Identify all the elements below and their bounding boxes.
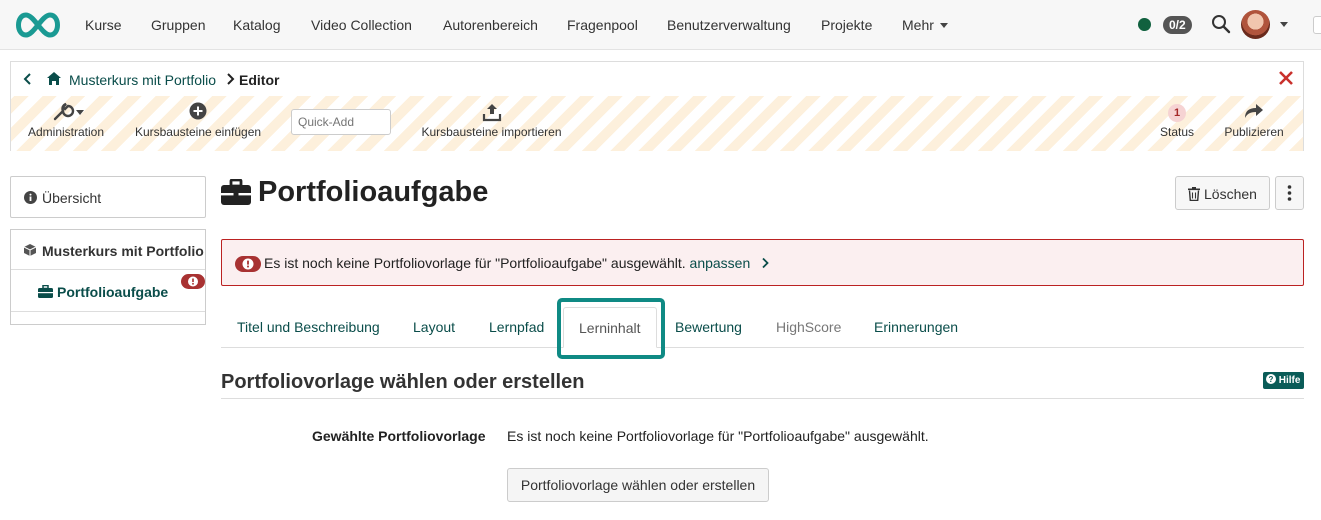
help-label: Hilfe — [1278, 375, 1301, 386]
vertical-dots-icon — [1287, 185, 1292, 201]
search-icon[interactable] — [1211, 14, 1231, 34]
section-divider — [221, 398, 1304, 399]
error-icon — [235, 256, 261, 272]
editor-header: Musterkurs mit Portfolio Editor — [11, 62, 1303, 96]
cube-icon — [23, 244, 37, 256]
openolat-logo-icon[interactable] — [12, 11, 64, 39]
insert-label: Kursbausteine einfügen — [134, 125, 262, 139]
user-avatar[interactable] — [1241, 10, 1270, 39]
choose-template-button[interactable]: Portfoliovorlage wählen oder erstellen — [507, 468, 769, 502]
nav-mehr[interactable]: Mehr — [902, 17, 948, 33]
nav-gruppen[interactable]: Gruppen — [151, 17, 205, 33]
tab-erinnerungen[interactable]: Erinnerungen — [874, 319, 958, 335]
error-badge-icon — [181, 274, 205, 289]
help-button[interactable]: ? Hilfe — [1263, 372, 1305, 389]
quick-add-input[interactable] — [291, 109, 391, 135]
edge-button[interactable] — [1313, 16, 1321, 34]
status-tool[interactable]: 1 Status — [1151, 96, 1203, 151]
plus-circle-icon — [189, 102, 207, 120]
error-alert: Es ist noch keine Portfoliovorlage für "… — [221, 239, 1304, 286]
status-count-badge: 1 — [1168, 104, 1186, 122]
more-options-button[interactable] — [1275, 176, 1304, 210]
chevron-right-icon[interactable] — [760, 257, 770, 269]
alert-text: Es ist noch keine Portfoliovorlage für "… — [264, 255, 686, 271]
import-label: Kursbausteine importieren — [421, 125, 562, 139]
counter-badge[interactable]: 0/2 — [1163, 16, 1192, 34]
nav-benutzerverwaltung[interactable]: Benutzerverwaltung — [667, 17, 791, 33]
breadcrumb-course[interactable]: Musterkurs mit Portfolio — [69, 72, 216, 88]
tab-highscore[interactable]: HighScore — [776, 319, 841, 335]
editor-toolbar: Administration Kursbausteine einfügen Ku… — [11, 96, 1303, 151]
tab-bewertung[interactable]: Bewertung — [675, 319, 742, 335]
breadcrumb-separator-icon — [227, 73, 235, 85]
tree-item-course[interactable]: Musterkurs mit Portfolio — [11, 230, 205, 270]
back-chevron-icon[interactable] — [21, 72, 35, 86]
share-arrow-icon — [1245, 104, 1263, 118]
status-label: Status — [1159, 125, 1195, 139]
tree-item-course-label: Musterkurs mit Portfolio — [42, 243, 204, 259]
top-navigation: Kurse Gruppen Katalog Video Collection A… — [0, 0, 1321, 50]
nav-autorenbereich[interactable]: Autorenbereich — [443, 17, 538, 33]
nav-video-collection[interactable]: Video Collection — [311, 17, 412, 33]
wrench-icon — [53, 102, 84, 121]
alert-adjust-link[interactable]: anpassen — [690, 255, 751, 271]
tab-bar: Titel und Beschreibung Layout Lernpfad L… — [221, 307, 1304, 348]
publish-tool[interactable]: Publizieren — [1219, 96, 1289, 151]
tab-lernpfad[interactable]: Lernpfad — [489, 319, 544, 335]
close-icon[interactable] — [1277, 69, 1295, 87]
info-circle-icon — [24, 191, 37, 204]
online-status-icon[interactable] — [1138, 18, 1151, 31]
sidebar-overview-label: Übersicht — [42, 190, 102, 206]
administration-label: Administration — [27, 125, 105, 139]
delete-button-label: Löschen — [1204, 186, 1257, 202]
sidebar-overview[interactable]: Übersicht — [10, 176, 206, 218]
breadcrumb-current: Editor — [239, 72, 280, 88]
page-title: Portfolioaufgabe — [258, 176, 489, 208]
section-title: Portfoliovorlage wählen oder erstellen — [221, 371, 585, 393]
nav-katalog[interactable]: Katalog — [233, 17, 280, 33]
tree-item-portfolioaufgabe-label: Portfolioaufgabe — [57, 284, 169, 300]
nav-kurse[interactable]: Kurse — [85, 17, 122, 33]
tab-titel-beschreibung[interactable]: Titel und Beschreibung — [237, 319, 380, 335]
nav-mehr-label: Mehr — [902, 17, 934, 33]
selected-template-label: Gewählte Portfoliovorlage — [312, 428, 486, 444]
tree-item-portfolioaufgabe[interactable]: Portfolioaufgabe — [11, 270, 205, 312]
briefcase-icon — [221, 179, 251, 205]
tab-layout[interactable]: Layout — [413, 319, 455, 335]
upload-icon — [482, 104, 502, 122]
course-tree: Musterkurs mit Portfolio Portfolioaufgab… — [10, 229, 206, 325]
tab-highlight-frame — [557, 298, 665, 359]
question-circle-icon: ? — [1266, 374, 1276, 384]
briefcase-icon — [38, 285, 53, 298]
nav-projekte[interactable]: Projekte — [821, 17, 872, 33]
svg-text:?: ? — [1269, 375, 1274, 384]
trash-icon — [1188, 187, 1200, 201]
user-menu-chevron-icon[interactable] — [1280, 22, 1288, 27]
home-icon[interactable] — [46, 71, 62, 86]
nav-fragenpool[interactable]: Fragenpool — [567, 17, 638, 33]
insert-course-element-tool[interactable]: Kursbausteine einfügen — [133, 96, 263, 151]
selected-template-value: Es ist noch keine Portfoliovorlage für "… — [507, 428, 929, 444]
delete-button[interactable]: Löschen — [1175, 176, 1270, 210]
administration-tool[interactable]: Administration — [21, 96, 111, 151]
alert-message: Es ist noch keine Portfoliovorlage für "… — [264, 255, 770, 271]
editor-panel: Musterkurs mit Portfolio Editor Administ… — [10, 61, 1304, 151]
import-course-elements-tool[interactable]: Kursbausteine importieren — [419, 96, 564, 151]
publish-label: Publizieren — [1224, 125, 1284, 139]
chevron-down-icon — [939, 23, 948, 28]
